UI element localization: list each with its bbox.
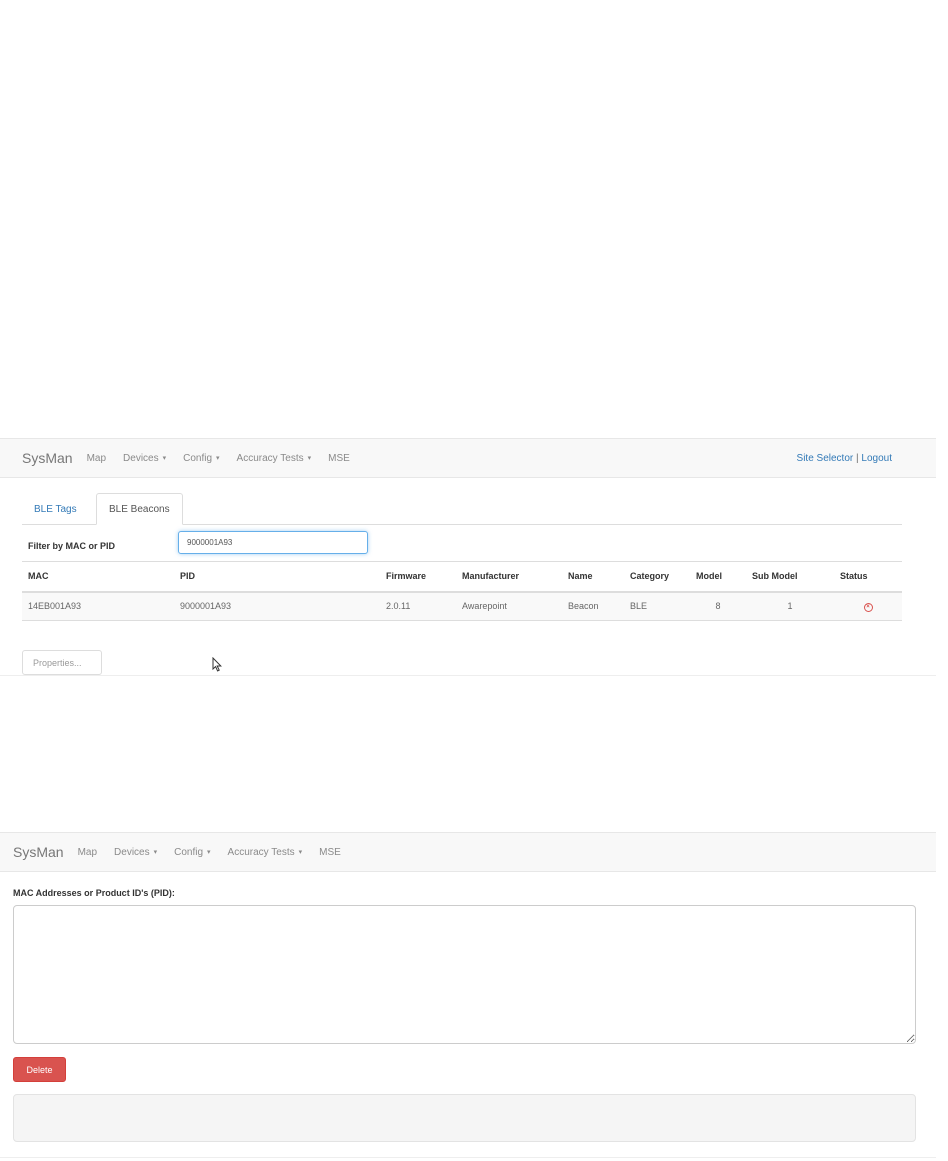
brand-link[interactable]: SysMan xyxy=(22,450,73,466)
navbar-right-links: Site Selector | Logout xyxy=(797,453,892,464)
nav-devices-dropdown[interactable]: Devices ▾ xyxy=(114,847,157,858)
navbar-bottom: SysMan Map Devices ▾ Config ▾ Accuracy Tes… xyxy=(0,832,936,872)
table-row[interactable]: 14EB001A93 9000001A93 2.0.11 Awarepoint … xyxy=(22,591,902,621)
cell-model: 8 xyxy=(690,591,746,621)
beacons-table: MAC PID Firmware Manufacturer Name Categ… xyxy=(22,561,902,621)
caret-down-icon: ▾ xyxy=(162,455,167,462)
caret-down-icon: ▾ xyxy=(153,849,158,856)
device-tabs: BLE Tags BLE Beacons xyxy=(22,492,902,525)
cell-name: Beacon xyxy=(562,591,624,621)
cell-manufacturer: Awarepoint xyxy=(456,591,562,621)
mac-pid-textarea[interactable] xyxy=(13,905,916,1044)
filter-input[interactable] xyxy=(178,531,368,554)
tab-ble-beacons[interactable]: BLE Beacons xyxy=(96,493,183,525)
mouse-cursor-icon xyxy=(212,657,222,672)
navbar-top: SysMan Map Devices ▾ Config ▾ Accuracy Tes… xyxy=(0,438,936,478)
cell-category: BLE xyxy=(624,591,690,621)
nav-map[interactable]: Map xyxy=(87,453,106,464)
column-header-manufacturer[interactable]: Manufacturer xyxy=(456,561,562,593)
logout-link[interactable]: Logout xyxy=(861,453,892,464)
column-header-pid[interactable]: PID xyxy=(174,561,380,593)
cell-firmware: 2.0.11 xyxy=(380,591,456,621)
column-header-status[interactable]: Status xyxy=(834,561,902,593)
brand-link[interactable]: SysMan xyxy=(13,844,64,860)
table-header-row: MAC PID Firmware Manufacturer Name Categ… xyxy=(22,561,902,593)
caret-down-icon: ▾ xyxy=(207,849,211,856)
nav-accuracy-tests-dropdown[interactable]: Accuracy Tests ▾ xyxy=(237,453,312,464)
column-header-name[interactable]: Name xyxy=(562,561,624,593)
caret-down-icon: ▾ xyxy=(298,849,303,856)
column-header-firmware[interactable]: Firmware xyxy=(380,561,456,593)
mac-pid-label: MAC Addresses or Product ID's (PID): xyxy=(13,888,175,898)
nav-mse[interactable]: MSE xyxy=(319,847,341,858)
link-separator: | xyxy=(856,452,859,464)
column-header-mac[interactable]: MAC xyxy=(22,561,174,593)
cell-pid: 9000001A93 xyxy=(174,591,380,621)
properties-button[interactable]: Properties... xyxy=(22,650,102,675)
column-header-model[interactable]: Model xyxy=(690,561,746,593)
tab-ble-tags[interactable]: BLE Tags xyxy=(22,493,89,525)
result-output-well xyxy=(13,1094,916,1142)
panel-divider xyxy=(0,675,936,676)
nav-accuracy-tests-dropdown[interactable]: Accuracy Tests ▾ xyxy=(228,847,303,858)
cell-sub-model: 1 xyxy=(746,591,834,621)
column-header-category[interactable]: Category xyxy=(624,561,690,593)
nav-config-dropdown[interactable]: Config ▾ xyxy=(174,847,210,858)
delete-button[interactable]: Delete xyxy=(13,1057,66,1082)
column-header-sub-model[interactable]: Sub Model xyxy=(746,561,834,593)
circle-x-icon: × xyxy=(863,603,873,613)
caret-down-icon: ▾ xyxy=(307,455,312,462)
nav-devices-dropdown[interactable]: Devices ▾ xyxy=(123,453,166,464)
bottom-divider xyxy=(0,1157,936,1158)
filter-label: Filter by MAC or PID xyxy=(28,541,116,551)
caret-down-icon: ▾ xyxy=(216,455,220,462)
cell-mac: 14EB001A93 xyxy=(22,591,174,621)
cell-status: × xyxy=(834,591,902,621)
nav-config-dropdown[interactable]: Config ▾ xyxy=(183,453,219,464)
nav-map[interactable]: Map xyxy=(78,847,97,858)
nav-mse[interactable]: MSE xyxy=(328,453,350,464)
site-selector-link[interactable]: Site Selector xyxy=(797,453,854,464)
